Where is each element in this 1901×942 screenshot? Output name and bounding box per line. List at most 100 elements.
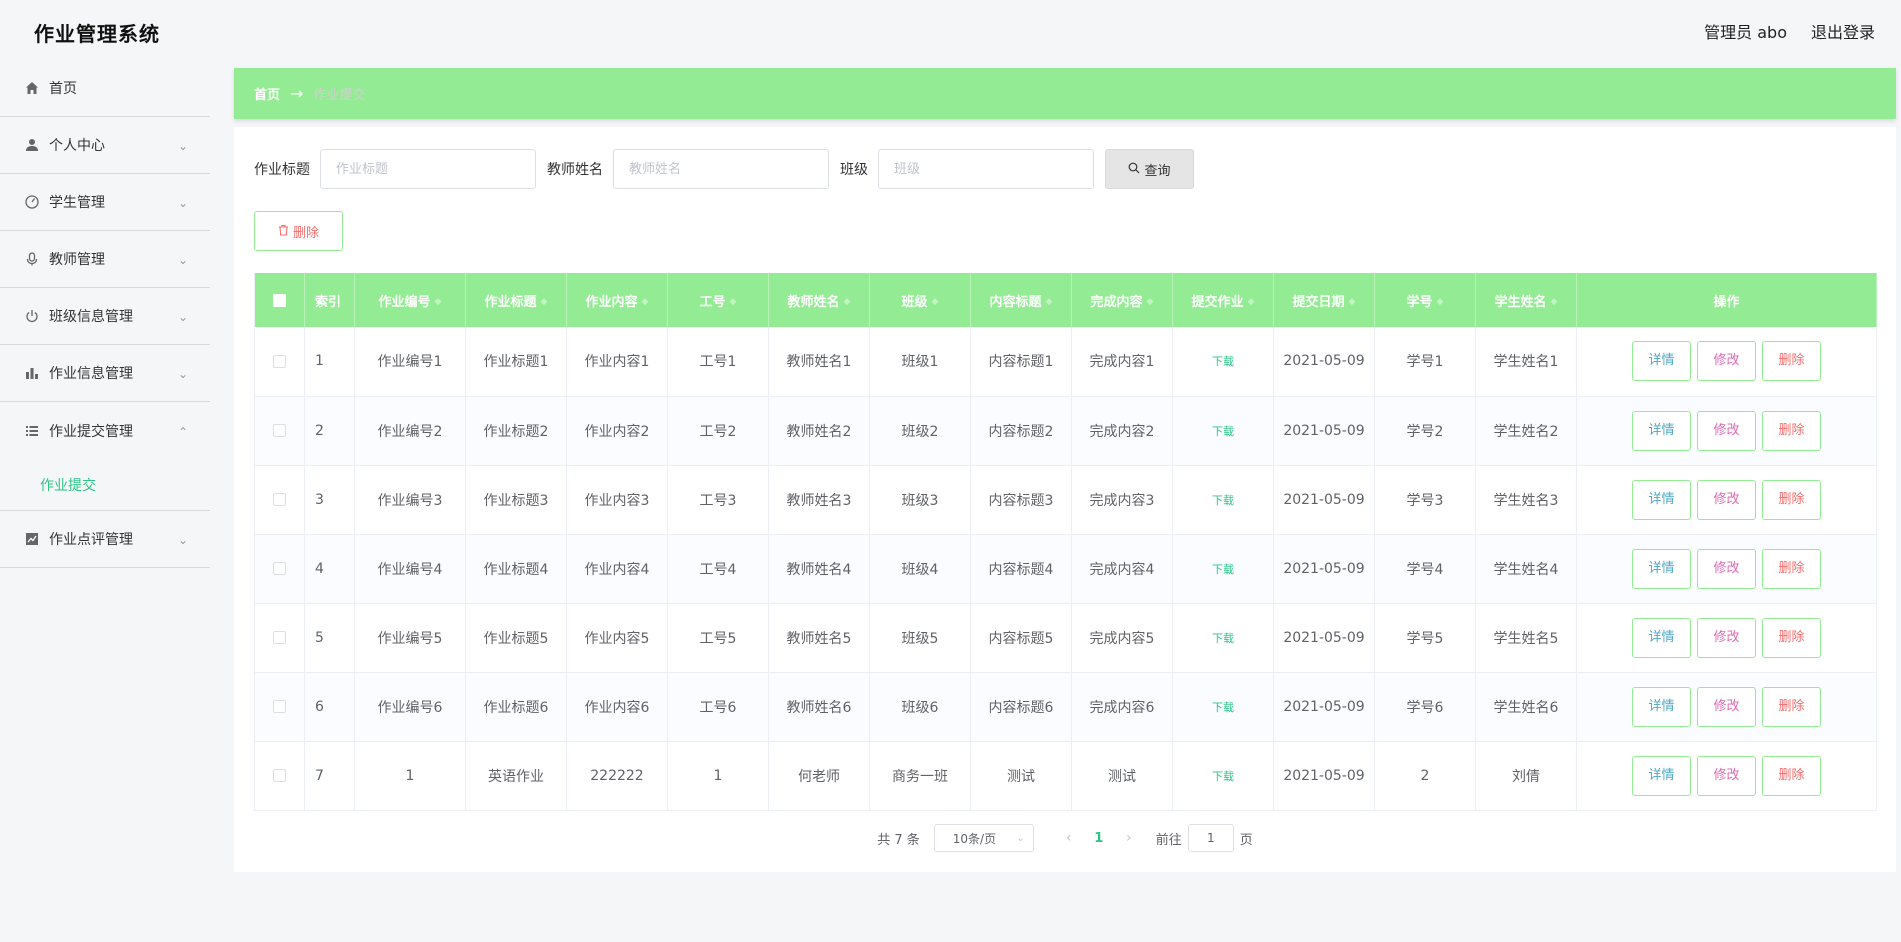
detail-button[interactable]: 详情 (1632, 479, 1691, 520)
cell-submit-date: 2021-05-09 (1273, 534, 1375, 604)
download-link[interactable]: 下载 (1212, 494, 1234, 507)
sidebar-item-teacher-management[interactable]: 教师管理 ⌄ (0, 231, 210, 288)
download-link[interactable]: 下载 (1212, 563, 1234, 576)
delete-button[interactable]: 删除 (1762, 410, 1821, 451)
list-icon (24, 423, 40, 439)
cell-submission-file: 下载 (1172, 327, 1274, 397)
row-checkbox[interactable] (273, 631, 286, 644)
edit-button[interactable]: 修改 (1697, 410, 1756, 451)
download-link[interactable]: 下载 (1212, 701, 1234, 714)
row-checkbox[interactable] (273, 354, 286, 368)
column-header[interactable]: 学号 ◆ (1374, 273, 1476, 327)
sort-icon[interactable]: ◆ (642, 297, 649, 307)
page-number-current[interactable]: 1 (1084, 831, 1114, 846)
title-search-input[interactable] (320, 149, 536, 189)
column-header[interactable]: 提交日期 ◆ (1273, 273, 1375, 327)
breadcrumb-home[interactable]: 首页 (254, 84, 280, 103)
row-select-cell[interactable] (254, 672, 305, 742)
detail-button[interactable]: 详情 (1632, 617, 1691, 658)
sidebar-item-home[interactable]: 首页 (0, 60, 210, 117)
row-select-cell[interactable] (254, 534, 305, 604)
edit-button[interactable]: 修改 (1697, 548, 1756, 589)
teacher-search-input[interactable] (613, 149, 829, 189)
select-all-cell[interactable] (254, 273, 305, 327)
sort-icon[interactable]: ◆ (1147, 297, 1154, 307)
row-select-cell[interactable] (254, 603, 305, 673)
chevron-down-icon: ⌄ (1016, 832, 1025, 844)
row-checkbox[interactable] (273, 700, 286, 713)
sidebar-item-homework-info-management[interactable]: 作业信息管理 ⌄ (0, 345, 210, 402)
edit-button[interactable]: 修改 (1697, 686, 1756, 727)
current-user-label[interactable]: 管理员 abo (1704, 19, 1787, 43)
delete-button[interactable]: 删除 (1762, 686, 1821, 727)
pagination-total: 共 7 条 (877, 832, 920, 848)
delete-button[interactable]: 删除 (1762, 479, 1821, 520)
download-link[interactable]: 下载 (1212, 425, 1234, 438)
page-size-select[interactable]: 10条/页 ⌄ (933, 824, 1034, 852)
row-checkbox[interactable] (273, 562, 286, 575)
sort-icon[interactable]: ◆ (1046, 297, 1053, 307)
column-header[interactable]: 提交作业 ◆ (1172, 273, 1274, 327)
column-header[interactable]: 内容标题 ◆ (970, 273, 1072, 327)
batch-delete-button[interactable]: 删除 (254, 211, 343, 251)
sort-icon[interactable]: ◆ (1349, 297, 1356, 307)
detail-button[interactable]: 详情 (1632, 410, 1691, 451)
column-header[interactable]: 完成内容 ◆ (1071, 273, 1173, 327)
column-header[interactable]: 教师姓名 ◆ (768, 273, 870, 327)
delete-button[interactable]: 删除 (1762, 341, 1821, 382)
edit-button[interactable]: 修改 (1697, 479, 1756, 520)
query-button[interactable]: 查询 (1105, 149, 1194, 189)
delete-button[interactable]: 删除 (1762, 617, 1821, 658)
row-select-cell[interactable] (254, 396, 305, 466)
sidebar-item-personal-center[interactable]: 个人中心 ⌄ (0, 117, 210, 174)
sort-icon[interactable]: ◆ (1551, 297, 1558, 307)
class-search-input[interactable] (878, 149, 1094, 189)
detail-button[interactable]: 详情 (1632, 341, 1691, 382)
logout-button[interactable]: 退出登录 (1811, 19, 1875, 43)
column-header[interactable]: 学生姓名 ◆ (1475, 273, 1577, 327)
detail-button[interactable]: 详情 (1632, 548, 1691, 589)
detail-button[interactable]: 详情 (1632, 755, 1691, 796)
sidebar-item-homework-submission-management[interactable]: 作业提交管理 ⌃ (0, 402, 210, 459)
sidebar-item-class-management[interactable]: 班级信息管理 ⌄ (0, 288, 210, 345)
sidebar-item-label: 学生管理 (49, 195, 105, 211)
column-header[interactable]: 班级 ◆ (869, 273, 971, 327)
sidebar-item-student-management[interactable]: 学生管理 ⌄ (0, 174, 210, 231)
row-checkbox[interactable] (273, 493, 286, 506)
column-header[interactable]: 工号 ◆ (667, 273, 769, 327)
sort-icon[interactable]: ◆ (730, 297, 737, 307)
delete-button[interactable]: 删除 (1762, 755, 1821, 796)
sort-icon[interactable]: ◆ (844, 297, 851, 307)
column-header[interactable]: 作业内容 ◆ (566, 273, 668, 327)
sort-icon[interactable]: ◆ (435, 297, 442, 307)
sidebar-item-homework-review-management[interactable]: 作业点评管理 ⌄ (0, 511, 210, 568)
edit-button[interactable]: 修改 (1697, 341, 1756, 382)
prev-page-button[interactable]: ‹ (1054, 830, 1084, 846)
row-checkbox[interactable] (273, 769, 286, 782)
query-button-label: 查询 (1144, 163, 1171, 179)
sort-icon[interactable]: ◆ (1248, 297, 1255, 307)
row-checkbox[interactable] (273, 424, 286, 437)
select-all-checkbox[interactable] (273, 293, 286, 307)
cell-student-name: 学生姓名3 (1475, 465, 1577, 535)
cell-finished-content: 完成内容6 (1071, 672, 1173, 742)
download-link[interactable]: 下载 (1212, 770, 1234, 783)
sort-icon[interactable]: ◆ (932, 297, 939, 307)
row-select-cell[interactable] (254, 465, 305, 535)
sort-icon[interactable]: ◆ (541, 297, 548, 307)
edit-button[interactable]: 修改 (1697, 617, 1756, 658)
sort-icon[interactable]: ◆ (1437, 297, 1444, 307)
download-link[interactable]: 下载 (1212, 355, 1234, 368)
sidebar-subitem-homework-submission[interactable]: 作业提交 (0, 459, 210, 511)
jump-page-input[interactable] (1187, 824, 1234, 852)
edit-button[interactable]: 修改 (1697, 755, 1756, 796)
column-header[interactable]: 作业标题 ◆ (465, 273, 567, 327)
delete-button[interactable]: 删除 (1762, 548, 1821, 589)
next-page-button[interactable]: › (1114, 830, 1144, 846)
detail-button[interactable]: 详情 (1632, 686, 1691, 727)
column-header[interactable]: 作业编号 ◆ (354, 273, 466, 327)
row-select-cell[interactable] (254, 327, 305, 397)
gauge-icon (24, 194, 40, 210)
row-select-cell[interactable] (254, 741, 305, 811)
download-link[interactable]: 下载 (1212, 632, 1234, 645)
